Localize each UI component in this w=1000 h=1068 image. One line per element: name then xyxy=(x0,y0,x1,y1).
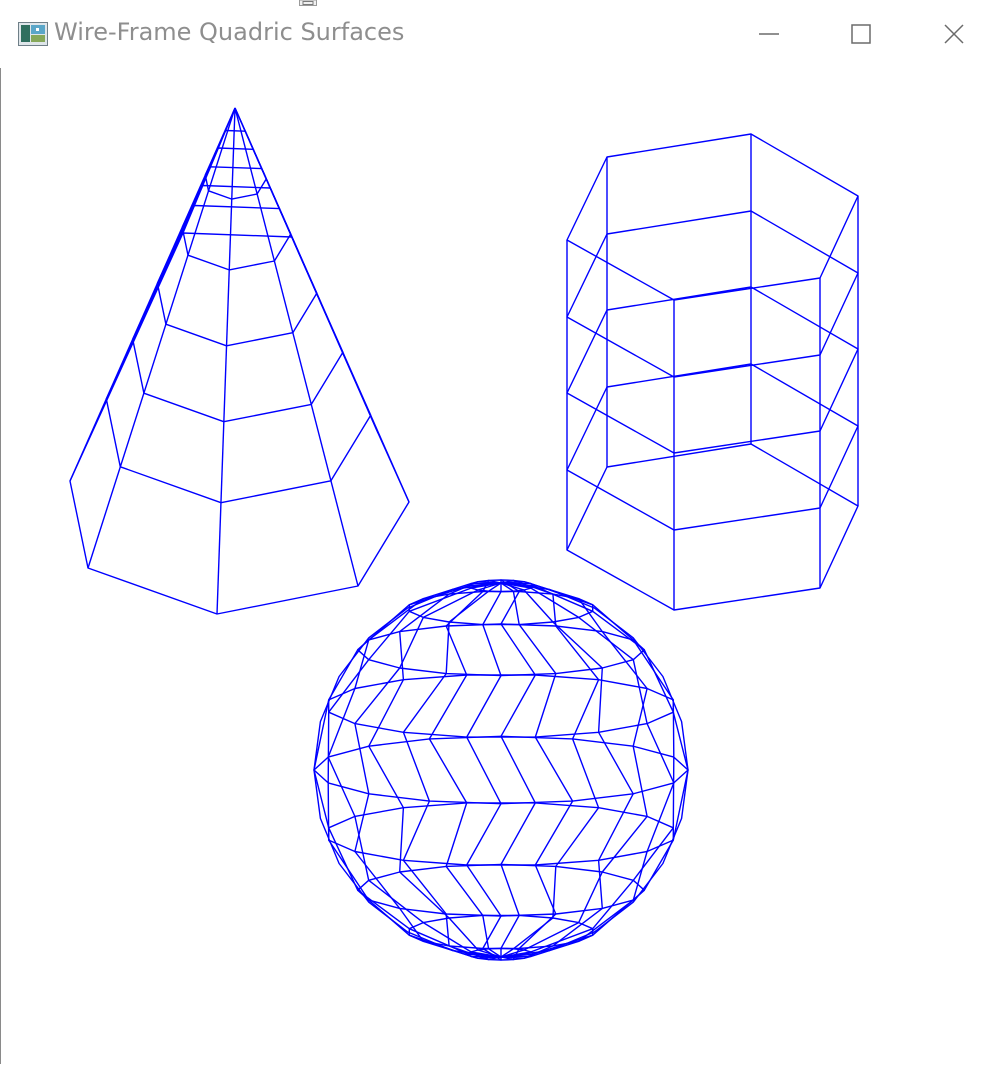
cylinder-ring xyxy=(566,443,859,611)
cone-ring xyxy=(131,184,344,423)
wireframe-scene xyxy=(69,107,859,961)
sphere-meridian xyxy=(500,582,675,958)
sphere-meridian xyxy=(500,582,675,958)
sphere-meridian xyxy=(500,582,689,958)
drawing-canvas[interactable] xyxy=(0,68,1000,1064)
window-title: Wire-Frame Quadric Surfaces xyxy=(54,18,405,46)
background-window-fragment xyxy=(299,0,317,6)
sphere-latitude-ring xyxy=(328,802,674,866)
sphere-meridian xyxy=(500,579,536,957)
sphere-latitude-ring xyxy=(328,674,674,738)
sphere-wireframe xyxy=(313,579,689,961)
minimize-icon xyxy=(759,33,779,35)
sphere-meridian xyxy=(327,582,502,958)
cone-wireframe xyxy=(69,107,410,615)
maximize-icon xyxy=(851,24,871,44)
sphere-meridian xyxy=(466,583,502,961)
cone-generator-line xyxy=(87,107,236,569)
sphere-latitude-ring xyxy=(313,735,689,805)
title-bar[interactable]: Wire-Frame Quadric Surfaces xyxy=(0,0,1000,68)
application-window: Wire-Frame Quadric Surfaces xyxy=(0,0,1000,1064)
cylinder-wireframe xyxy=(566,133,859,611)
cone-ring xyxy=(69,232,410,615)
cone-ring xyxy=(156,166,318,347)
maximize-button[interactable] xyxy=(838,12,884,56)
minimize-button[interactable] xyxy=(746,12,792,56)
sphere-meridian xyxy=(327,582,502,958)
application-icon[interactable] xyxy=(18,22,48,46)
cone-ring xyxy=(204,129,267,200)
close-icon xyxy=(944,24,964,44)
cone-generator-line xyxy=(216,107,236,615)
cone-ring xyxy=(105,204,372,504)
sphere-meridian xyxy=(313,582,502,958)
close-button[interactable] xyxy=(931,12,977,56)
